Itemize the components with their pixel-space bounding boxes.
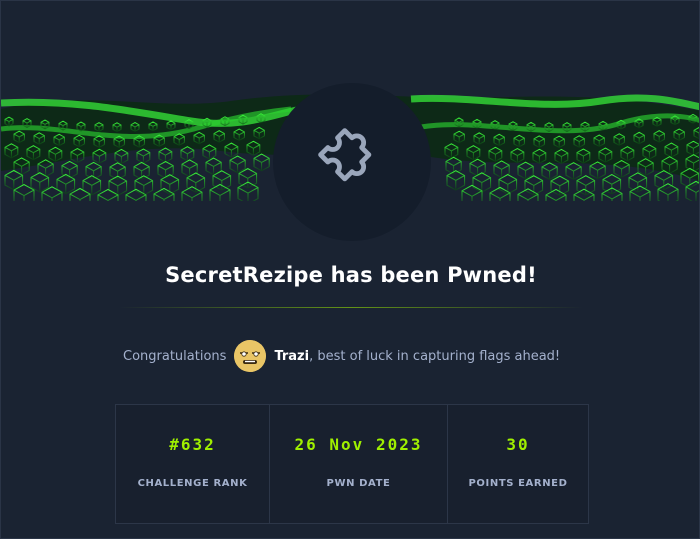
machine-badge: [273, 83, 431, 241]
stat-value: 26 Nov 2023: [294, 435, 423, 454]
stat-value: #632: [169, 435, 216, 454]
congrats-prefix: Congratulations: [123, 348, 227, 364]
stat-points-earned: 30 POINTS EARNED: [448, 405, 588, 523]
stat-challenge-rank: #632 CHALLENGE RANK: [116, 405, 270, 523]
stat-value: 30: [506, 435, 530, 454]
puzzle-piece-icon: [318, 128, 372, 182]
title-divider: [119, 307, 583, 308]
stat-label: CHALLENGE RANK: [137, 478, 248, 489]
stat-label: POINTS EARNED: [468, 478, 568, 489]
congrats-line: Congratulations Trazi , best of luck in …: [123, 340, 561, 372]
username-link[interactable]: Trazi: [274, 349, 309, 364]
congrats-suffix: , best of luck in capturing flags ahead!: [309, 348, 561, 364]
pwned-card: SecretRezipe has been Pwned! Congratulat…: [0, 0, 700, 539]
pwned-title: SecretRezipe has been Pwned!: [165, 263, 537, 287]
stat-label: PWN DATE: [326, 478, 391, 489]
stats-panel: #632 CHALLENGE RANK 26 Nov 2023 PWN DATE…: [115, 404, 589, 524]
avatar[interactable]: [234, 340, 267, 372]
stat-pwn-date: 26 Nov 2023 PWN DATE: [270, 405, 448, 523]
